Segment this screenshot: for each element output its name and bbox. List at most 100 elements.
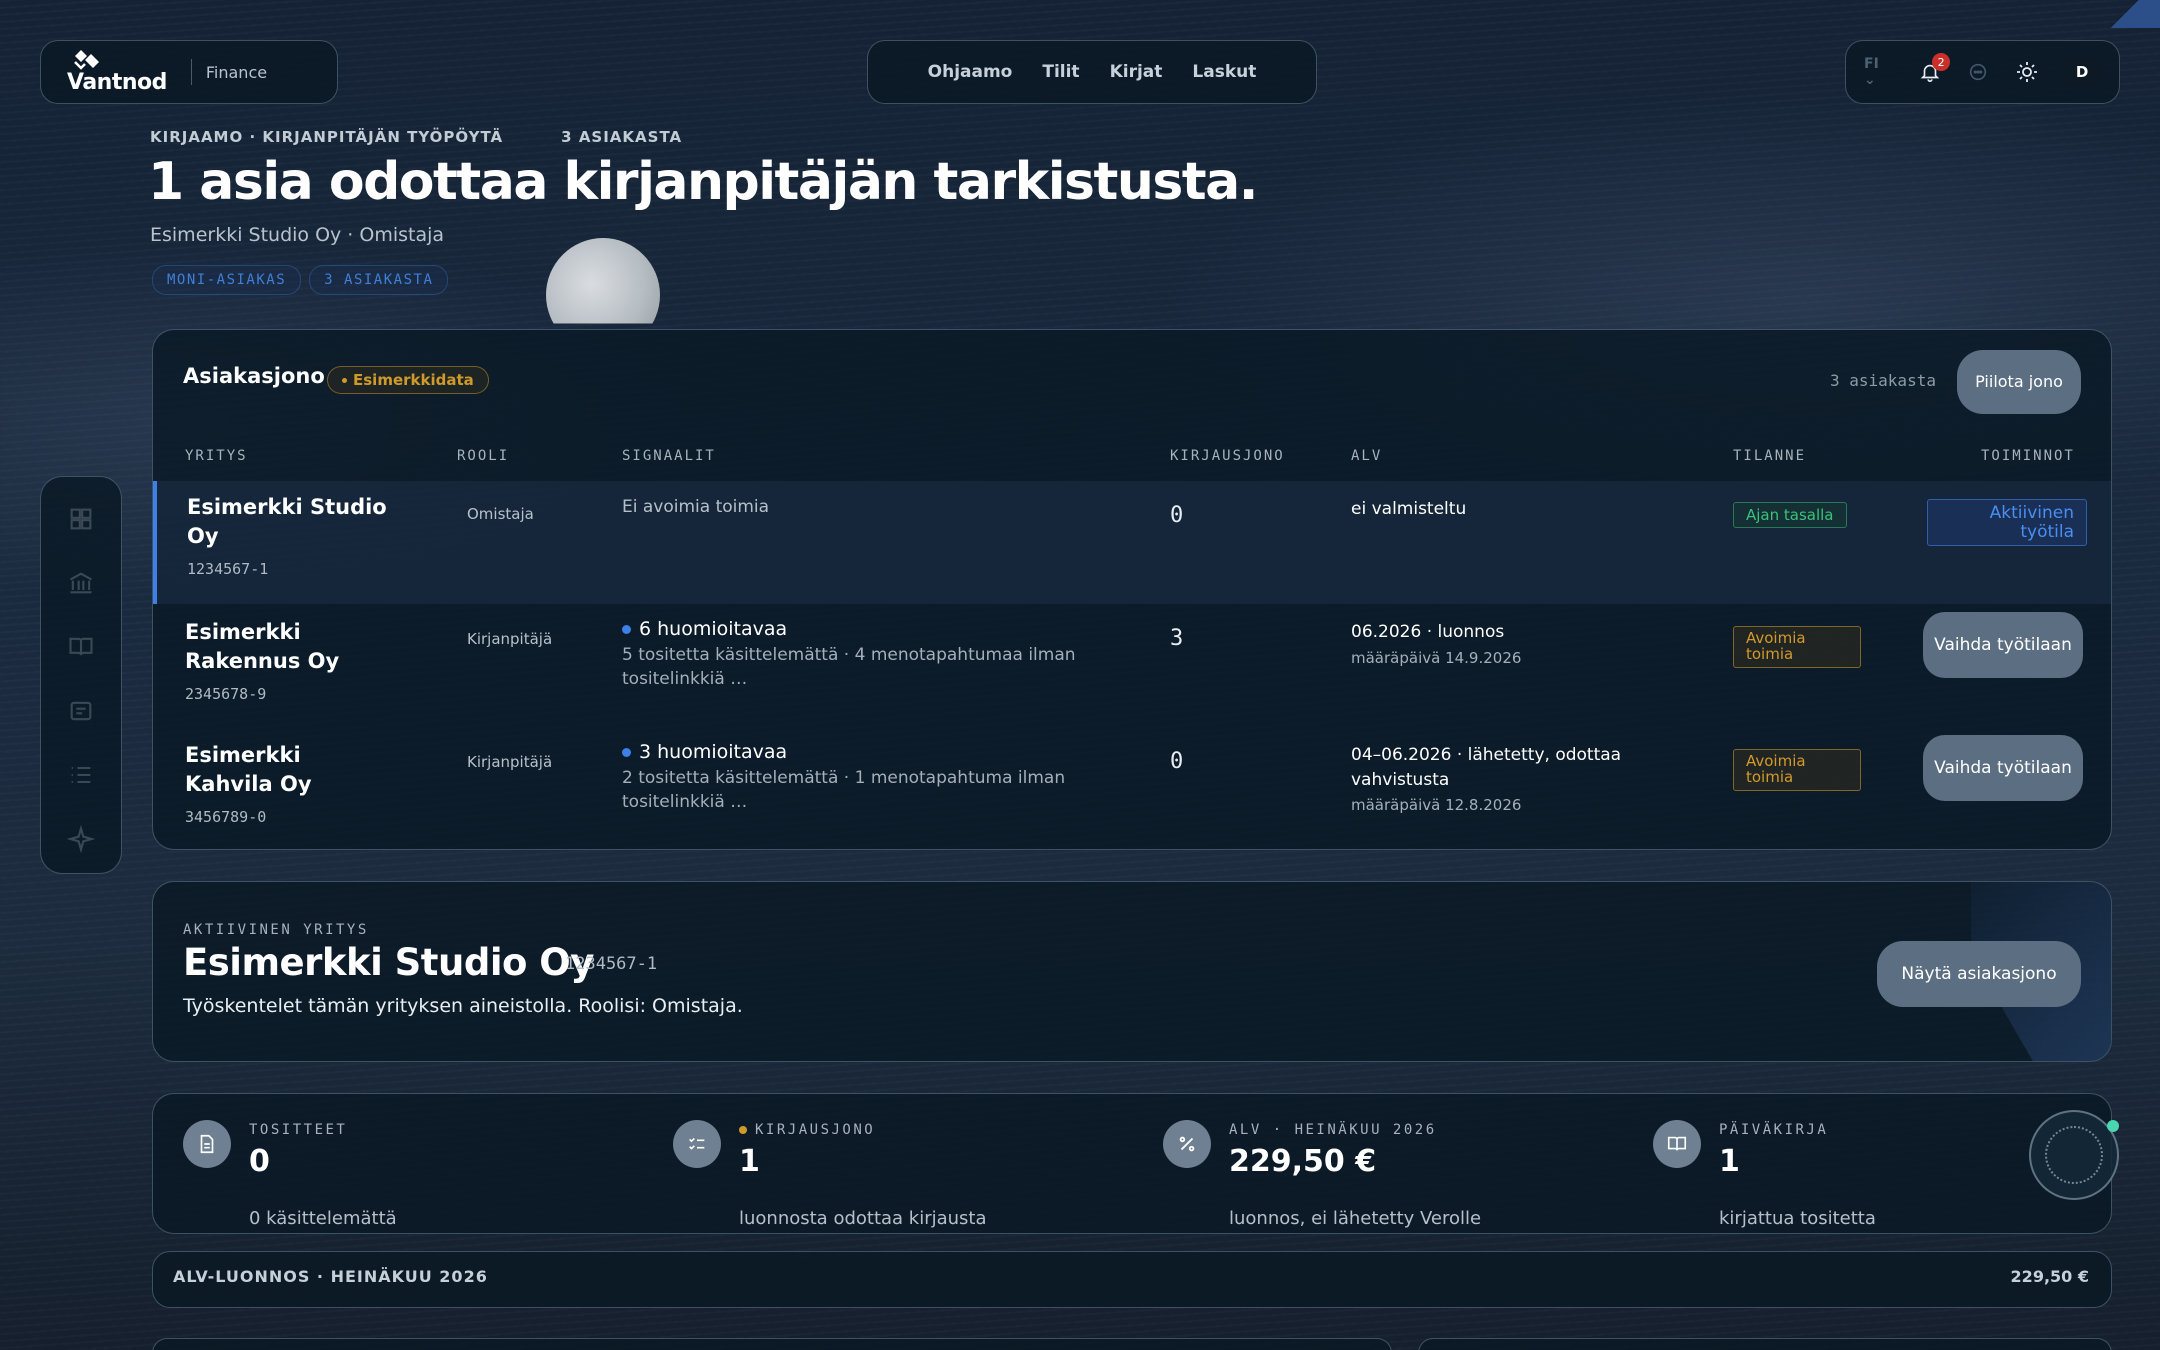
role-label: Kirjanpitäjä — [467, 630, 553, 648]
panel-peek-right — [1418, 1338, 2112, 1350]
vat-period: 04–06.2026 · lähetetty, odottaa vahvistu… — [1351, 745, 1622, 790]
hide-queue-button[interactable]: Piilota jono — [1957, 350, 2081, 414]
vat-status: ei valmisteltu — [1351, 499, 1467, 519]
stat-sub: luonnosta odottaa kirjausta — [739, 1208, 987, 1229]
vat-due-date: määräpäivä 14.9.2026 — [1351, 648, 1522, 667]
brand-divider — [190, 59, 192, 85]
vat-due-date: määräpäivä 12.8.2026 — [1351, 796, 1522, 815]
col-header-signals: SIGNAALIT — [622, 448, 716, 464]
stat-sub: luonnos, ei lähetetty Verolle — [1229, 1208, 1482, 1229]
status-badge: Avoimia toimia — [1733, 749, 1861, 791]
assistant-orb-icon[interactable] — [2029, 1110, 2119, 1200]
nav-laskut[interactable]: Laskut — [1192, 62, 1256, 82]
stat-value: 1 — [739, 1144, 760, 1179]
signal-none: Ei avoimia toimia — [622, 497, 770, 517]
page-eyebrow: KIRJAAMO · KIRJANPITÄJÄN TYÖPÖYTÄ 3 ASIA… — [150, 128, 682, 146]
vat-draft-bar[interactable]: ALV-LUONNOS · HEINÄKUU 2026 229,50 € — [152, 1251, 2112, 1308]
corner-decoration — [2090, 0, 2160, 28]
col-header-company: YRITYS — [185, 448, 248, 464]
chip-multi-client: MONI-ASIAKAS — [152, 265, 302, 295]
utility-bar: FI ⌄ 2 D — [1845, 40, 2120, 104]
side-rail — [40, 476, 122, 874]
status-badge: Avoimia toimia — [1733, 626, 1861, 668]
table-row[interactable]: Esimerkki Rakennus Oy 2345678-9 Kirjanpi… — [153, 604, 2111, 727]
nav-kirjat[interactable]: Kirjat — [1110, 62, 1163, 82]
vat-period: 06.2026 · luonnos — [1351, 622, 1505, 642]
main-nav: Ohjaamo Tilit Kirjat Laskut — [867, 40, 1317, 104]
logo-mark-icon — [74, 49, 99, 70]
book-icon[interactable] — [67, 633, 95, 661]
active-company-panel: AKTIIVINEN YRITYS Esimerkki Studio Oy 12… — [152, 881, 2112, 1062]
nav-tilit[interactable]: Tilit — [1042, 62, 1079, 82]
percent-icon — [1163, 1120, 1211, 1168]
col-header-status: TILANNE — [1733, 448, 1807, 464]
col-header-vat: ALV — [1351, 448, 1383, 464]
table-row[interactable]: Esimerkki Studio Oy 1234567-1 Omistaja E… — [153, 481, 2111, 604]
online-indicator — [2107, 1120, 2119, 1132]
switch-workspace-button[interactable]: Vaihda työtilaan — [1923, 735, 2083, 801]
queue-title: Asiakasjono — [183, 364, 325, 388]
company-id: 3456789-0 — [185, 807, 267, 826]
company-name: Esimerkki Studio Oy — [187, 495, 387, 549]
bank-icon[interactable] — [67, 569, 95, 597]
brand-name: Vantnod — [67, 69, 167, 95]
booking-queue-count: 3 — [1170, 626, 1184, 651]
signal-detail: 2 tositetta käsittelemättä · 1 menotapah… — [622, 768, 1066, 812]
company-id: 2345678-9 — [185, 684, 267, 703]
stat-label: TOSITTEET — [249, 1122, 348, 1138]
stat-value: 0 — [249, 1144, 270, 1179]
col-header-booking-queue: KIRJAUSJONO — [1170, 448, 1285, 464]
checklist-icon — [673, 1120, 721, 1168]
invoice-icon[interactable] — [67, 697, 95, 725]
brand-logo[interactable]: Vantnod — [67, 49, 167, 95]
language-selector[interactable]: FI ⌄ — [1864, 56, 1894, 88]
eyebrow-label: KIRJAAMO · KIRJANPITÄJÄN TYÖPÖYTÄ — [150, 128, 504, 146]
vat-draft-value: 229,50 € — [2010, 1267, 2089, 1286]
demo-data-badge: Esimerkkidata — [327, 366, 489, 394]
eyebrow-count: 3 ASIAKASTA — [561, 128, 683, 146]
signal-count: 6 huomioitavaa — [622, 618, 1122, 640]
list-icon[interactable] — [67, 761, 95, 789]
active-company-description: Työskentelet tämän yrityksen aineistolla… — [183, 995, 743, 1017]
role-label: Kirjanpitäjä — [467, 753, 553, 771]
bell-icon[interactable]: 2 — [1918, 53, 1951, 85]
page-subtitle: Esimerkki Studio Oy · Omistaja — [150, 224, 445, 246]
hero-chips: MONI-ASIAKAS 3 ASIAKASTA — [152, 265, 449, 295]
chip-client-count: 3 ASIAKASTA — [309, 265, 449, 295]
company-name: Esimerkki Rakennus Oy — [185, 620, 340, 674]
document-icon — [183, 1120, 231, 1168]
stats-panel: TOSITTEET 0 0 käsittelemättä KIRJAUSJONO… — [152, 1093, 2119, 1234]
nav-ohjaamo[interactable]: Ohjaamo — [928, 62, 1013, 82]
active-workspace-button[interactable]: Aktiivinen työtila — [1927, 499, 2087, 547]
stat-label: KIRJAUSJONO — [739, 1122, 875, 1138]
active-company-name: Esimerkki Studio Oy — [183, 941, 594, 984]
chat-icon[interactable] — [1966, 59, 1991, 85]
show-queue-button[interactable]: Näytä asiakasjono — [1877, 941, 2081, 1007]
brand-panel: Vantnod Finance — [40, 40, 338, 104]
grid-icon[interactable] — [67, 505, 95, 533]
stat-label: PÄIVÄKIRJA — [1719, 1122, 1829, 1138]
col-header-role: ROOLI — [457, 448, 510, 464]
notification-badge: 2 — [1932, 53, 1951, 71]
book-icon — [1653, 1120, 1701, 1168]
avatar[interactable]: D — [2063, 52, 2102, 92]
active-company-id: 1234567-1 — [565, 954, 658, 974]
active-company-label: AKTIIVINEN YRITYS — [183, 922, 369, 938]
brand-product: Finance — [205, 62, 268, 82]
switch-workspace-button[interactable]: Vaihda työtilaan — [1923, 612, 2083, 678]
vat-draft-label: ALV-LUONNOS · HEINÄKUU 2026 — [173, 1267, 488, 1286]
stat-sub: kirjattua tositetta — [1719, 1208, 1876, 1229]
sparkle-icon[interactable] — [67, 825, 95, 853]
signal-count: 3 huomioitavaa — [622, 741, 1122, 763]
table-row[interactable]: Esimerkki Kahvila Oy 3456789-0 Kirjanpit… — [153, 727, 2111, 850]
company-id: 1234567-1 — [187, 559, 269, 578]
booking-queue-count: 0 — [1170, 749, 1184, 774]
sun-icon[interactable] — [2015, 59, 2040, 85]
page-title: 1 asia odottaa kirjanpitäjän tarkistusta… — [148, 152, 1259, 212]
signal-detail: 5 tositetta käsittelemättä · 4 menotapah… — [622, 645, 1076, 689]
stat-value: 229,50 € — [1229, 1144, 1377, 1179]
stat-value: 1 — [1719, 1144, 1740, 1179]
client-queue-panel: Asiakasjono Esimerkkidata 3 asiakasta Pi… — [152, 329, 2112, 850]
booking-queue-count: 0 — [1170, 503, 1184, 528]
panel-peek-left — [152, 1338, 1392, 1350]
